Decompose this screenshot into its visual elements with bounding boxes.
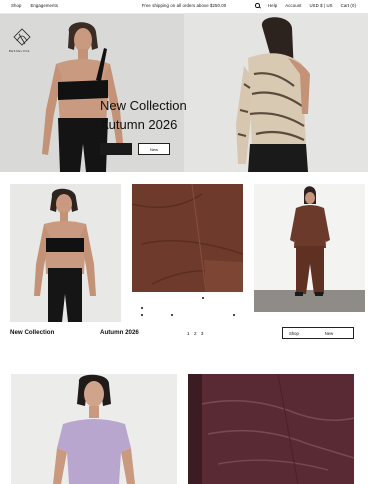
carousel-pager[interactable]: 1 2 3 [187, 331, 205, 336]
carousel-dot[interactable] [141, 314, 143, 316]
model-lilac-tee-image [53, 374, 135, 484]
hero-banner: BESSELOVE New Collection Autumn 2026 New [0, 14, 368, 172]
cart-link[interactable]: Cart (0) [341, 3, 356, 8]
nav-right: Help Account USD $ | US Cart (0) [255, 3, 356, 8]
plum-fabric-closeup-image [188, 374, 354, 484]
hero-shop-button[interactable] [100, 143, 132, 155]
new-button-label: New [324, 330, 334, 336]
brown-fabric-closeup-image [132, 184, 243, 292]
carousel-dot[interactable] [233, 314, 235, 316]
hero-title: New Collection Autumn 2026 [100, 96, 187, 134]
carousel-dot[interactable] [141, 307, 143, 309]
product-image-brown-suit[interactable] [254, 184, 365, 312]
carousel-dot[interactable] [171, 314, 173, 316]
brand-logo-text: BESSELOVE [9, 50, 30, 53]
hero-title-line1: New Collection [100, 98, 187, 113]
help-link[interactable]: Help [268, 3, 277, 8]
product-image-brown-fabric[interactable] [132, 184, 243, 292]
hero-buttons: New [100, 143, 170, 155]
section-label-collection: New Collection [10, 329, 55, 336]
product-image-black-set[interactable] [10, 184, 121, 322]
hero-image-right [184, 14, 368, 172]
shop-new-button[interactable]: Shop New [282, 327, 354, 339]
product-image-plum-fabric[interactable] [188, 374, 354, 484]
model-black-set-image [34, 188, 96, 322]
section-label-season: Autumn 2026 [100, 329, 139, 336]
carousel-dot[interactable] [202, 297, 204, 299]
account-link[interactable]: Account [285, 3, 301, 8]
top-bar: Shop Engagements Free shipping on all or… [0, 0, 368, 14]
model-brown-suit-image [254, 186, 365, 312]
hero-new-button[interactable]: New [138, 143, 170, 155]
product-image-lilac-tee[interactable] [11, 374, 177, 484]
model-printed-top-image [236, 17, 310, 172]
search-icon[interactable] [255, 3, 260, 8]
currency-selector[interactable]: USD $ | US [309, 3, 332, 8]
shop-button-label: Shop [289, 330, 299, 336]
hero-title-line2: Autumn 2026 [100, 117, 178, 132]
